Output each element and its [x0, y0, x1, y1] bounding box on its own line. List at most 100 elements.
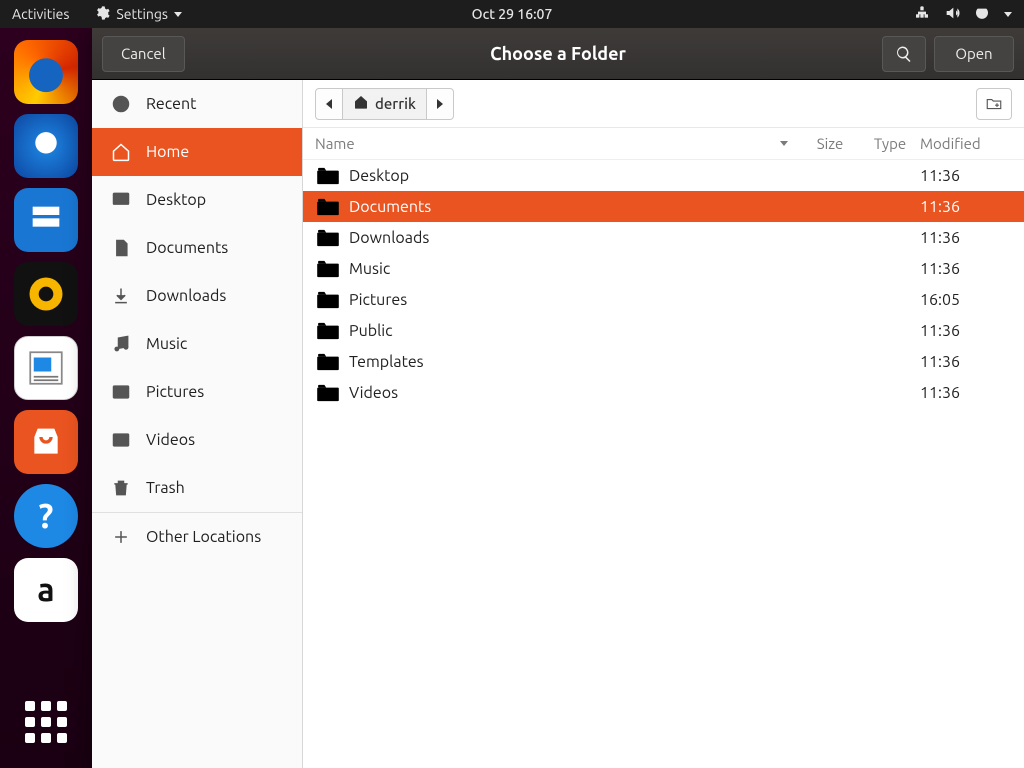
folder-icon — [315, 353, 341, 371]
dock-firefox[interactable] — [14, 40, 78, 104]
chevron-down-icon — [174, 12, 182, 17]
file-name: Pictures — [349, 291, 800, 309]
sidebar-item-label: Trash — [146, 479, 185, 497]
path-segment-label: derrik — [375, 95, 416, 112]
dock-help[interactable]: ? — [14, 484, 78, 548]
dock-software[interactable] — [14, 410, 78, 474]
places-sidebar: Recent Home Desktop Documents — [92, 80, 303, 768]
dock-amazon[interactable]: a — [14, 558, 78, 622]
file-name: Templates — [349, 353, 800, 371]
file-row[interactable]: Public 11:36 — [303, 315, 1024, 346]
file-name: Public — [349, 322, 800, 340]
apps-grid-icon — [25, 701, 67, 743]
desktop-icon — [110, 189, 132, 211]
dialog-title: Choose a Folder — [490, 44, 626, 64]
folder-icon — [315, 167, 341, 185]
file-modified: 11:36 — [920, 260, 1012, 278]
path-forward-button[interactable] — [427, 88, 454, 120]
sidebar-item-pictures[interactable]: Pictures — [92, 368, 302, 416]
file-row[interactable]: Videos11:36 — [303, 377, 1024, 408]
documents-icon — [110, 237, 132, 259]
sidebar-item-desktop[interactable]: Desktop — [92, 176, 302, 224]
dock-rhythmbox[interactable] — [14, 262, 78, 326]
sidebar-item-videos[interactable]: Videos — [92, 416, 302, 464]
activities-button[interactable]: Activities — [12, 6, 69, 22]
sidebar-item-recent[interactable]: Recent — [92, 80, 302, 128]
network-icon[interactable] — [914, 5, 930, 24]
folder-icon — [315, 322, 341, 340]
sidebar-item-label: Downloads — [146, 287, 226, 305]
sidebar-item-documents[interactable]: Documents — [92, 224, 302, 272]
app-menu[interactable]: Settings — [94, 5, 182, 24]
dock-apps-grid[interactable] — [14, 690, 78, 754]
sidebar-item-label: Recent — [146, 95, 196, 113]
sidebar-item-trash[interactable]: Trash — [92, 464, 302, 512]
column-modified[interactable]: Modified — [920, 135, 1012, 152]
pictures-icon — [110, 381, 132, 403]
power-icon[interactable] — [974, 5, 990, 24]
sidebar-item-downloads[interactable]: Downloads — [92, 272, 302, 320]
plus-icon — [110, 526, 132, 548]
file-name: Downloads — [349, 229, 800, 247]
chevron-down-icon[interactable] — [1004, 12, 1012, 17]
file-row[interactable]: Downloads 11:36 — [303, 222, 1024, 253]
music-icon — [110, 333, 132, 355]
path-back-button[interactable] — [315, 88, 343, 120]
file-modified: 11:36 — [920, 198, 1012, 216]
sort-indicator-icon — [780, 141, 788, 146]
videos-icon — [110, 429, 132, 451]
sidebar-item-home[interactable]: Home — [92, 128, 302, 176]
folder-icon — [315, 384, 341, 402]
gear-icon — [94, 5, 110, 24]
path-segment-home[interactable]: derrik — [343, 88, 427, 120]
cancel-button[interactable]: Cancel — [102, 36, 185, 72]
dialog-header: Cancel Choose a Folder Open — [92, 28, 1024, 80]
chevron-left-icon — [326, 99, 332, 109]
home-icon — [353, 94, 369, 113]
column-name[interactable]: Name — [315, 135, 355, 152]
file-name: Documents — [349, 198, 800, 216]
dock: ? a — [0, 28, 92, 768]
open-button[interactable]: Open — [934, 36, 1014, 72]
sidebar-item-label: Music — [146, 335, 187, 353]
file-modified: 11:36 — [920, 229, 1012, 247]
file-modified: 11:36 — [920, 353, 1012, 371]
file-name: Desktop — [349, 167, 800, 185]
dock-files[interactable] — [14, 188, 78, 252]
dock-thunderbird[interactable] — [14, 114, 78, 178]
search-button[interactable] — [882, 36, 926, 72]
clock[interactable]: Oct 29 16:07 — [472, 6, 553, 22]
search-icon — [895, 45, 913, 63]
file-chooser-dialog: Cancel Choose a Folder Open Recent Home — [92, 28, 1024, 768]
new-folder-button[interactable] — [976, 88, 1012, 120]
downloads-icon — [110, 285, 132, 307]
sidebar-item-label: Videos — [146, 431, 195, 449]
file-pane: derrik Name Size Type Modified — [303, 80, 1024, 768]
file-row[interactable]: Templates 11:36 — [303, 346, 1024, 377]
file-row[interactable]: Desktop 11:36 — [303, 160, 1024, 191]
sidebar-item-music[interactable]: Music — [92, 320, 302, 368]
column-size[interactable]: Size — [800, 135, 860, 152]
trash-icon — [110, 477, 132, 499]
file-modified: 11:36 — [920, 167, 1012, 185]
chevron-right-icon — [437, 99, 443, 109]
volume-icon[interactable] — [944, 5, 960, 24]
file-row[interactable]: Documents 11:36 — [303, 191, 1024, 222]
sidebar-item-label: Documents — [146, 239, 228, 257]
sidebar-item-other-locations[interactable]: Other Locations — [92, 512, 302, 560]
file-row[interactable]: Music 11:36 — [303, 253, 1024, 284]
dock-writer[interactable] — [14, 336, 78, 400]
file-name: Music — [349, 260, 800, 278]
clock-icon — [110, 93, 132, 115]
sidebar-item-label: Other Locations — [146, 528, 261, 546]
file-modified: 16:05 — [920, 291, 1012, 309]
file-modified: 11:36 — [920, 322, 1012, 340]
column-headers[interactable]: Name Size Type Modified — [303, 128, 1024, 160]
file-modified: 11:36 — [920, 384, 1012, 402]
file-row[interactable]: Pictures 16:05 — [303, 284, 1024, 315]
new-folder-icon — [984, 95, 1004, 113]
path-bar: derrik — [303, 80, 1024, 128]
file-list: Desktop 11:36 Documents 11:36 Downloads 11:36… — [303, 160, 1024, 768]
home-icon — [110, 141, 132, 163]
column-type[interactable]: Type — [860, 135, 920, 152]
